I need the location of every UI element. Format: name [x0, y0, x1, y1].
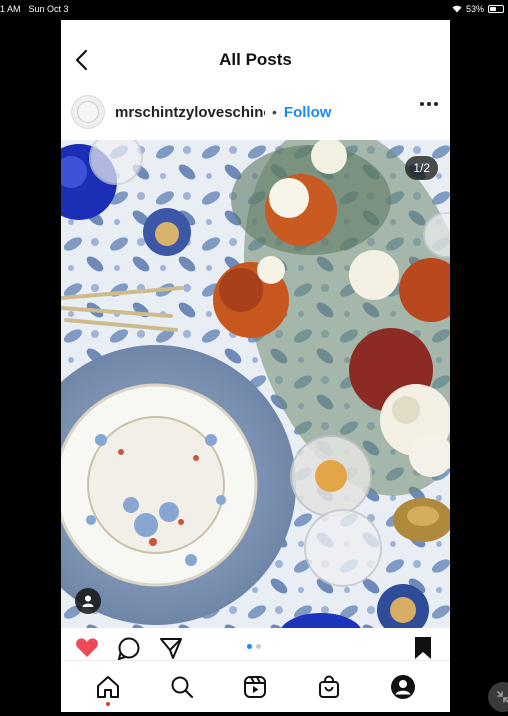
status-right: 53% [452, 4, 504, 14]
comment-icon [117, 637, 140, 661]
carousel-counter: 1/2 [405, 156, 438, 180]
chevron-left-icon [75, 49, 88, 71]
more-options-button[interactable] [420, 102, 438, 106]
nav-reels[interactable] [242, 674, 268, 700]
battery-percent: 53% [465, 4, 484, 14]
nav-search[interactable] [169, 674, 195, 700]
post-photo[interactable]: 1/2 [61, 140, 450, 628]
ellipsis-icon [420, 102, 424, 106]
heart-icon [76, 638, 98, 657]
bookmark-icon [415, 637, 431, 659]
like-button[interactable] [75, 636, 99, 663]
wifi-icon [452, 5, 462, 13]
post-detail-screen: All Posts mrschintzyloveschinoiserie • F… [61, 20, 450, 712]
carousel-dot [256, 644, 261, 649]
bottom-nav [61, 660, 450, 712]
status-bar: 1 AM Sun Oct 3 53% [0, 0, 508, 18]
post-actions [61, 632, 450, 663]
battery-icon [488, 5, 504, 13]
search-icon [171, 676, 193, 698]
home-icon [96, 675, 119, 698]
back-button[interactable] [71, 48, 91, 72]
nav-shop[interactable] [316, 674, 342, 700]
page-title: All Posts [219, 50, 292, 69]
shop-icon [319, 675, 340, 698]
avatar-logo [77, 101, 99, 123]
reels-icon [244, 675, 267, 698]
username[interactable]: mrschintzyloveschinoiserie [115, 104, 265, 121]
follow-button[interactable]: Follow [284, 104, 332, 121]
ellipsis-dot [427, 102, 431, 106]
post-header: mrschintzyloveschinoiserie • Follow [61, 84, 450, 140]
send-icon [160, 638, 182, 659]
profile-icon [391, 674, 416, 699]
battery-level [490, 7, 497, 11]
avatar[interactable] [71, 95, 105, 129]
ellipsis-dot [434, 102, 438, 106]
carousel-dot [247, 644, 252, 649]
table-setting-illustration [61, 140, 450, 628]
carousel-indicator [247, 644, 261, 649]
shrink-window-button[interactable] [488, 682, 508, 712]
tagged-users-button[interactable] [75, 588, 101, 614]
nav-profile[interactable] [390, 674, 416, 700]
status-time: 1 AM [0, 4, 21, 14]
status-date: Sun Oct 3 [28, 4, 69, 14]
notification-dot [105, 701, 110, 706]
status-left: 1 AM Sun Oct 3 [0, 4, 69, 14]
nav-home[interactable] [95, 674, 121, 706]
separator-dot: • [272, 104, 277, 120]
top-header: All Posts [61, 20, 450, 84]
user-tag-icon [82, 595, 94, 607]
collapse-arrows-icon [497, 691, 508, 703]
